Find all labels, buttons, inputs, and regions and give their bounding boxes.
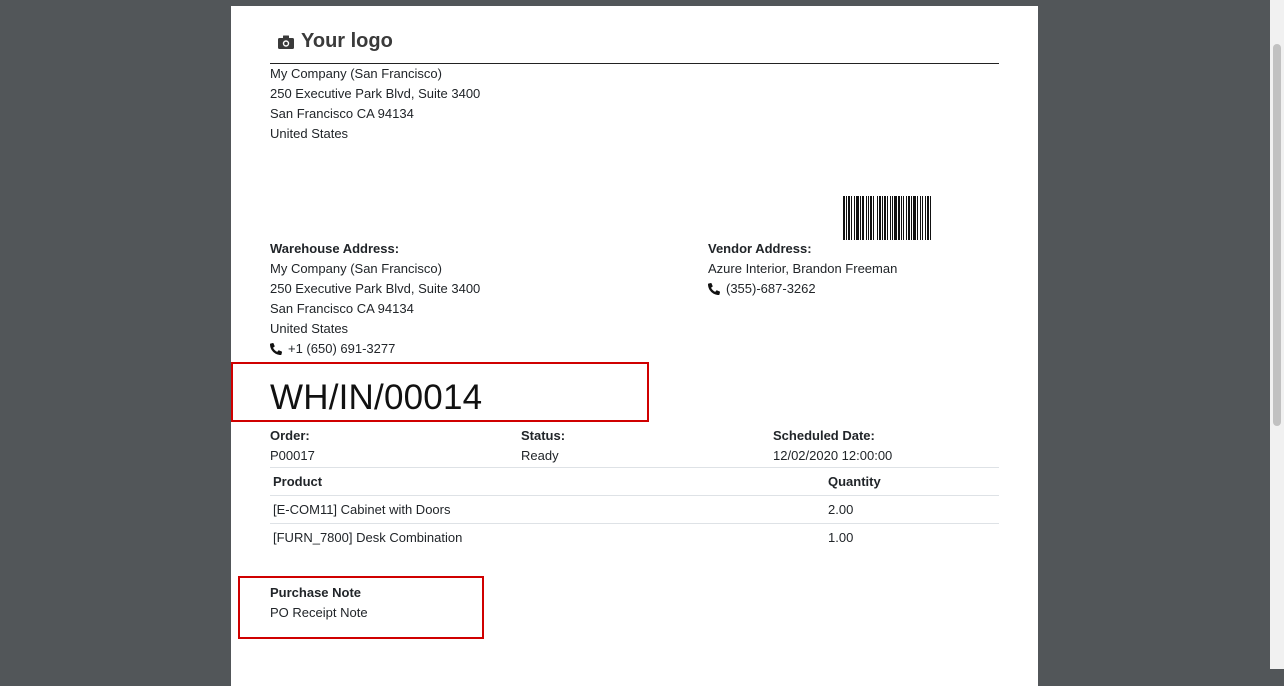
order-value: P00017 <box>270 448 315 463</box>
barcode-bar <box>913 196 916 240</box>
barcode-bar <box>925 196 926 240</box>
product-cell: [FURN_7800] Desk Combination <box>270 523 825 551</box>
barcode-bar <box>922 196 923 240</box>
scrollbar-thumb[interactable] <box>1273 44 1281 426</box>
phone-icon <box>708 283 720 295</box>
barcode-bar <box>917 196 918 240</box>
status-label: Status: <box>521 428 566 443</box>
order-label: Order: <box>270 428 310 443</box>
scheduled-date-label: Scheduled Date: <box>773 428 875 443</box>
camera-icon <box>278 35 294 49</box>
scheduled-date-info: Scheduled Date: 12/02/2020 12:00:00 <box>773 426 892 466</box>
barcode-bar <box>898 196 900 240</box>
barcode-bar <box>894 196 897 240</box>
order-info: Order: P00017 <box>270 426 315 466</box>
company-country: United States <box>270 126 349 141</box>
barcode-bar <box>906 196 907 240</box>
vendor-phone: (355)-687-3262 <box>726 281 816 296</box>
barcode-bar <box>860 196 861 240</box>
barcode-bar <box>868 196 869 240</box>
barcode-bar <box>890 196 891 240</box>
status-info: Status: Ready <box>521 426 565 466</box>
scheduled-date-value: 12/02/2020 12:00:00 <box>773 448 893 463</box>
barcode-bar <box>843 196 845 240</box>
warehouse-country: United States <box>270 321 349 336</box>
product-cell: [E-COM11] Cabinet with Doors <box>270 495 825 524</box>
warehouse-address: Warehouse Address: My Company (San Franc… <box>270 239 480 359</box>
barcode-bar <box>856 196 859 240</box>
barcode-bar <box>911 196 912 240</box>
table-row: [E-COM11] Cabinet with Doors 2.00 <box>270 495 999 524</box>
barcode-bar <box>920 196 921 240</box>
barcode-bar <box>848 196 850 240</box>
product-table: Product Quantity [E-COM11] Cabinet with … <box>270 467 999 551</box>
barcode-bar <box>866 196 867 240</box>
vendor-phone-row: (355)-687-3262 <box>708 279 897 299</box>
barcode-bar <box>877 196 878 240</box>
barcode-bar <box>892 196 893 240</box>
barcode-bar <box>884 196 886 240</box>
barcode-bar <box>901 196 902 240</box>
warehouse-street: 250 Executive Park Blvd, Suite 3400 <box>270 281 481 296</box>
status-value: Ready <box>521 448 559 463</box>
note-highlight-box <box>238 576 484 639</box>
vertical-scrollbar[interactable] <box>1270 0 1284 669</box>
vendor-address-label: Vendor Address: <box>708 241 812 256</box>
company-name: My Company (San Francisco) <box>270 66 442 81</box>
barcode-bar <box>854 196 855 240</box>
barcode-bar <box>879 196 881 240</box>
vendor-address: Vendor Address: Azure Interior, Brandon … <box>708 239 897 299</box>
barcode-bar <box>927 196 929 240</box>
barcode-bar <box>887 196 888 240</box>
barcode-bar <box>851 196 852 240</box>
company-logo: Your logo <box>278 30 393 53</box>
warehouse-address-label: Warehouse Address: <box>270 241 400 256</box>
warehouse-phone: +1 (650) 691-3277 <box>288 341 396 356</box>
table-header-row: Product Quantity <box>270 467 999 496</box>
company-address: My Company (San Francisco) 250 Executive… <box>270 64 480 144</box>
barcode-bar <box>846 196 847 240</box>
quantity-column-header: Quantity <box>825 467 999 496</box>
barcode-bar <box>930 196 931 240</box>
quantity-cell: 2.00 <box>825 495 999 524</box>
quantity-cell: 1.00 <box>825 523 999 551</box>
barcode-bar <box>870 196 872 240</box>
barcode-bar <box>908 196 910 240</box>
logo-text: Your logo <box>301 30 393 52</box>
company-city: San Francisco CA 94134 <box>270 106 414 121</box>
product-column-header: Product <box>270 467 825 496</box>
table-row: [FURN_7800] Desk Combination 1.00 <box>270 523 999 551</box>
phone-icon <box>270 343 282 355</box>
warehouse-city: San Francisco CA 94134 <box>270 301 414 316</box>
company-street: 250 Executive Park Blvd, Suite 3400 <box>270 86 481 101</box>
warehouse-phone-row: +1 (650) 691-3277 <box>270 339 480 359</box>
barcode <box>843 196 931 240</box>
barcode-bar <box>862 196 864 240</box>
vendor-name: Azure Interior, Brandon Freeman <box>708 261 898 276</box>
warehouse-name: My Company (San Francisco) <box>270 261 442 276</box>
barcode-bar <box>903 196 904 240</box>
barcode-bar <box>882 196 883 240</box>
barcode-bar <box>873 196 874 240</box>
reference-highlight-box <box>231 362 649 422</box>
